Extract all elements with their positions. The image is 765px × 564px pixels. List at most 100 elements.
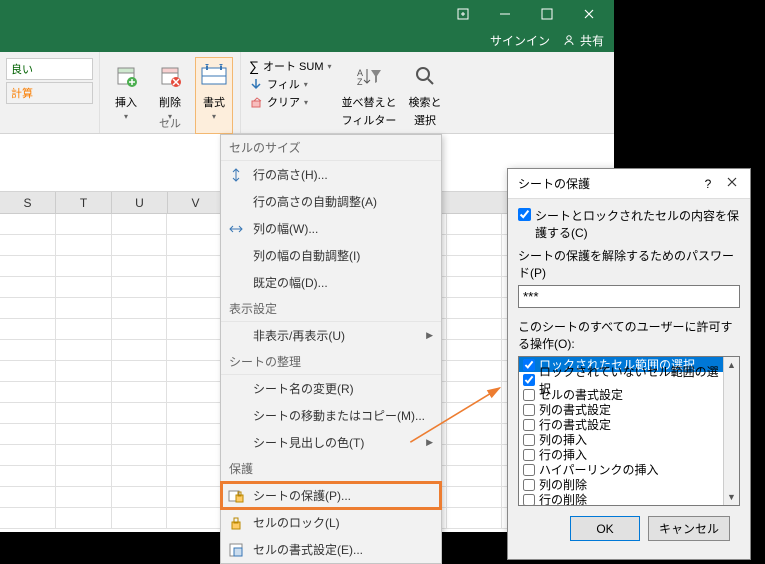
permission-item[interactable]: ハイパーリンクの挿入 xyxy=(519,462,723,477)
cell[interactable] xyxy=(167,466,223,486)
cell[interactable] xyxy=(56,382,112,402)
cell[interactable] xyxy=(447,403,503,423)
ribbon-display-options[interactable] xyxy=(442,0,484,28)
cell[interactable] xyxy=(167,403,223,423)
scroll-down[interactable]: ▼ xyxy=(724,489,739,505)
dialog-help-button[interactable]: ? xyxy=(696,177,720,191)
cell[interactable] xyxy=(56,277,112,297)
cell[interactable] xyxy=(0,277,56,297)
minimize-button[interactable] xyxy=(484,0,526,28)
cell[interactable] xyxy=(0,361,56,381)
autosum-button[interactable]: ∑オート SUM ▾ xyxy=(249,58,332,74)
cell[interactable] xyxy=(112,214,168,234)
permission-checkbox[interactable] xyxy=(523,464,535,476)
cell[interactable] xyxy=(112,319,168,339)
menu-default-width[interactable]: 既定の幅(D)... xyxy=(221,269,441,296)
cell[interactable] xyxy=(0,319,56,339)
cell[interactable] xyxy=(0,487,56,507)
cell[interactable] xyxy=(447,214,503,234)
permission-checkbox[interactable] xyxy=(523,419,535,431)
cell[interactable] xyxy=(447,298,503,318)
cell[interactable] xyxy=(112,277,168,297)
cell[interactable] xyxy=(56,445,112,465)
cell[interactable] xyxy=(56,319,112,339)
cell[interactable] xyxy=(447,277,503,297)
menu-format-cells[interactable]: セルの書式設定(E)... xyxy=(221,536,441,563)
cell[interactable] xyxy=(167,340,223,360)
scrollbar[interactable]: ▲ ▼ xyxy=(723,357,739,505)
cell[interactable] xyxy=(112,382,168,402)
cell[interactable] xyxy=(447,487,503,507)
permissions-list[interactable]: ロックされたセル範囲の選択ロックされていないセル範囲の選択セルの書式設定列の書式… xyxy=(518,356,740,506)
cell[interactable] xyxy=(112,445,168,465)
cell[interactable] xyxy=(447,361,503,381)
menu-autofit-col[interactable]: 列の幅の自動調整(I) xyxy=(221,242,441,269)
cell[interactable] xyxy=(447,319,503,339)
cell[interactable] xyxy=(167,382,223,402)
cell[interactable] xyxy=(0,403,56,423)
cell[interactable] xyxy=(56,508,112,528)
cell[interactable] xyxy=(112,508,168,528)
cell[interactable] xyxy=(0,235,56,255)
cell[interactable] xyxy=(56,487,112,507)
cell[interactable] xyxy=(112,403,168,423)
style-good[interactable]: 良い xyxy=(6,58,93,80)
cell[interactable] xyxy=(0,466,56,486)
password-input[interactable] xyxy=(518,285,740,308)
menu-rename-sheet[interactable]: シート名の変更(R) xyxy=(221,375,441,402)
cell[interactable] xyxy=(112,256,168,276)
cell[interactable] xyxy=(56,256,112,276)
permission-item[interactable]: 列の挿入 xyxy=(519,432,723,447)
cell[interactable] xyxy=(0,340,56,360)
signin-link[interactable]: サインイン xyxy=(490,32,550,49)
permission-checkbox[interactable] xyxy=(523,389,535,401)
cell[interactable] xyxy=(447,508,503,528)
cell[interactable] xyxy=(167,235,223,255)
cell[interactable] xyxy=(447,382,503,402)
cell[interactable] xyxy=(447,445,503,465)
permission-item[interactable]: 列の書式設定 xyxy=(519,402,723,417)
menu-move-copy[interactable]: シートの移動またはコピー(M)... xyxy=(221,402,441,429)
sort-filter-button[interactable]: AZ 並べ替えと フィルター xyxy=(340,58,399,133)
permission-checkbox[interactable] xyxy=(523,434,535,446)
cell[interactable] xyxy=(56,235,112,255)
cell[interactable] xyxy=(447,424,503,444)
scroll-up[interactable]: ▲ xyxy=(724,357,739,373)
style-calc[interactable]: 計算 xyxy=(6,82,93,104)
protect-contents-checkbox[interactable] xyxy=(518,208,531,221)
column-header[interactable]: T xyxy=(56,192,112,213)
cell[interactable] xyxy=(167,214,223,234)
column-header[interactable]: V xyxy=(168,192,224,213)
cell[interactable] xyxy=(0,382,56,402)
cell[interactable] xyxy=(0,256,56,276)
permission-checkbox[interactable] xyxy=(523,494,535,506)
cancel-button[interactable]: キャンセル xyxy=(648,516,730,541)
cell[interactable] xyxy=(0,424,56,444)
permission-item[interactable]: 行の削除 xyxy=(519,492,723,506)
column-header[interactable]: S xyxy=(0,192,56,213)
cell[interactable] xyxy=(112,235,168,255)
permission-item[interactable]: 行の挿入 xyxy=(519,447,723,462)
cell[interactable] xyxy=(167,487,223,507)
cell[interactable] xyxy=(56,298,112,318)
cell[interactable] xyxy=(167,445,223,465)
cell[interactable] xyxy=(167,319,223,339)
permission-checkbox[interactable] xyxy=(523,479,535,491)
cell[interactable] xyxy=(0,214,56,234)
permission-item[interactable]: ロックされていないセル範囲の選択 xyxy=(519,372,723,387)
cell[interactable] xyxy=(167,298,223,318)
column-header[interactable]: U xyxy=(112,192,168,213)
close-button[interactable] xyxy=(568,0,610,28)
menu-tab-color[interactable]: シート見出しの色(T)▶ xyxy=(221,429,441,456)
cell[interactable] xyxy=(112,424,168,444)
cell[interactable] xyxy=(112,340,168,360)
permission-checkbox[interactable] xyxy=(523,359,535,371)
cell[interactable] xyxy=(0,445,56,465)
cell[interactable] xyxy=(56,424,112,444)
permission-checkbox[interactable] xyxy=(523,449,535,461)
ok-button[interactable]: OK xyxy=(570,516,640,541)
menu-protect-sheet[interactable]: シートの保護(P)... xyxy=(221,482,441,509)
cell[interactable] xyxy=(112,361,168,381)
cell[interactable] xyxy=(0,298,56,318)
cell[interactable] xyxy=(167,256,223,276)
